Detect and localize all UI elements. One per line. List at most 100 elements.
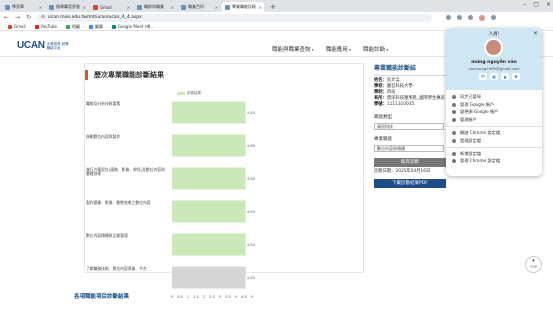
close-icon[interactable]: ×: [83, 5, 86, 10]
x-tick-label: 2: [203, 295, 205, 299]
popup-menu-item[interactable]: 管理帳戶: [446, 116, 542, 124]
group-label: 職能類型: [374, 115, 392, 120]
close-icon[interactable]: ×: [259, 5, 262, 10]
menu-icon[interactable]: [491, 15, 497, 20]
close-icon[interactable]: ×: [215, 5, 218, 10]
bar-value-label: 4.60: [247, 176, 256, 181]
calendar-icon[interactable]: ▦: [490, 73, 498, 80]
reload-icon[interactable]: ↻: [26, 14, 31, 21]
bookmark-item[interactable]: Gmail: [8, 24, 26, 29]
address-bar[interactable]: ⊙ ucan.moe.edu.tw/mt/ucan/ucan_4_4.aspx: [37, 13, 433, 22]
bookmark-item[interactable]: YouTube: [34, 24, 57, 29]
chart-bar: [172, 134, 246, 157]
ucan-logo[interactable]: UCAN 大專校院 就業職能平台: [17, 40, 71, 51]
popup-menu-item[interactable]: 管理 Google 帳戶: [446, 101, 542, 109]
bar-chart: 4.60 4.60 4.60 4.60 4.60 4.60 0 0.5 1 1.5 2 2.5 3 3.5…: [171, 101, 256, 299]
maximize-icon[interactable]: ▢: [533, 1, 539, 8]
popup-menu-item[interactable]: 變更開 Google 帳戶: [446, 109, 542, 117]
chart-bar: [172, 233, 246, 256]
bookmark-item[interactable]: 翻譯: [88, 24, 103, 30]
profile-email: vanmung1995@gmail.com: [468, 66, 520, 71]
divider: [446, 126, 542, 128]
close-icon[interactable]: ×: [39, 5, 42, 10]
new-tab-button[interactable]: +: [266, 2, 280, 12]
nav-item[interactable]: 職能應用: [326, 45, 351, 53]
profile-popup: × 人員! mừng nguyễn văn vanmung1995@gmail.…: [446, 28, 542, 176]
chart-bar: [172, 101, 246, 124]
site-info-icon[interactable]: ⊙: [41, 15, 45, 20]
minimize-icon[interactable]: –: [523, 1, 526, 8]
toolbar-icons: [446, 14, 497, 21]
browser-toolbar: ← → ↻ ⊙ ucan.moe.edu.tw/mt/ucan/ucan_4_4…: [0, 12, 553, 23]
scroll-top-button[interactable]: ▲ TOP: [525, 256, 542, 273]
tab-favicon-icon: [181, 4, 186, 10]
popup-greeting: 人員!: [488, 32, 500, 37]
browser-tab[interactable]: Gmail ×: [90, 2, 132, 12]
chart-bar: [172, 266, 246, 289]
diagnosis-date: 診斷日期：2025年04月16日: [374, 169, 431, 174]
chart-category-label: 職能及分析技術要素: [86, 100, 121, 106]
chart-category-label: 製作圖像、影像、動態效果之數位內容: [86, 199, 151, 205]
page-title: 歷次專業職能診斷結果: [85, 70, 164, 80]
translate-icon: [88, 24, 93, 29]
history-button[interactable]: 既有診斷: [374, 158, 446, 167]
summary-row: 學號：1111310035: [374, 102, 415, 107]
browser-tab-active[interactable]: 專業職能診斷 ×: [222, 2, 264, 12]
group-select[interactable]: 資訊科技: [374, 123, 444, 130]
main-nav: 職能與職業查詢 職能應用 職能診斷: [272, 45, 388, 53]
browser-tab[interactable]: 學習單 ×: [2, 2, 44, 12]
tab-favicon-icon: [137, 4, 142, 10]
popup-menu-item[interactable]: 開啟 Chrome 設定檔: [446, 129, 542, 137]
profile-icon: [452, 131, 456, 136]
popup-menu-item[interactable]: 新增設定檔: [446, 150, 542, 158]
x-tick-label: 1.5: [193, 295, 199, 299]
meet-icon: [111, 24, 116, 29]
popup-menu-item[interactable]: 管理設定檔: [446, 137, 542, 145]
job-label: 專業職能: [374, 137, 392, 142]
gmail-icon: [8, 24, 12, 29]
drive-icon[interactable]: ▲: [501, 73, 509, 80]
download-icon[interactable]: [468, 15, 474, 20]
star-icon[interactable]: [446, 15, 452, 20]
nav-item[interactable]: 職能診斷: [363, 45, 388, 53]
window-controls: – ▢ ×: [523, 1, 551, 8]
photos-icon[interactable]: ✱: [512, 73, 520, 80]
extensions-icon[interactable]: [457, 15, 463, 20]
popup-menu: 同步已暫停 管理 Google 帳戶 變更開 Google 帳戶 管理帳戶 開啟…: [446, 90, 542, 168]
job-select[interactable]: 數位內容與傳播: [374, 145, 444, 152]
x-tick-label: 4: [235, 295, 238, 299]
bar-value-label: 4.60: [247, 275, 256, 280]
browser-tab[interactable]: 搜尋職涯評量 ×: [46, 2, 88, 12]
sync-icon: [452, 94, 456, 99]
tab-favicon-icon: [225, 4, 230, 10]
gear-icon: [452, 159, 456, 164]
close-icon[interactable]: ×: [127, 5, 130, 10]
chart-category-label: 規劃數位內容與製作: [86, 133, 121, 139]
bar-value-label: 4.60: [247, 242, 256, 247]
close-icon[interactable]: ×: [171, 5, 174, 10]
gmail-icon[interactable]: M: [479, 73, 487, 80]
profile-avatar[interactable]: [479, 14, 486, 21]
nav-item[interactable]: 職能與職業查詢: [272, 45, 314, 53]
popup-header: × 人員! mừng nguyễn văn vanmung1995@gmail.…: [446, 28, 542, 90]
chart-category-label: 了解職務技術、數位內容專業、平台: [86, 265, 147, 271]
back-icon[interactable]: ←: [4, 14, 9, 21]
swap-account-icon: [452, 110, 456, 115]
bookmark-item[interactable]: Google Meet (視...: [111, 24, 154, 30]
divider: [374, 75, 454, 76]
close-window-icon[interactable]: ×: [546, 1, 551, 8]
browser-tab[interactable]: 職業百科 ×: [178, 2, 220, 12]
chart-category-label: 數位內容傳播與品質管理: [86, 232, 128, 238]
google-icon: [452, 102, 456, 107]
download-pdf-button[interactable]: 下載診斷結果PDF: [374, 179, 446, 188]
popup-menu-item[interactable]: 同步已暫停: [446, 93, 542, 101]
profile-name: mừng nguyễn văn: [471, 60, 517, 65]
summary-title: 專業職能診斷結: [374, 65, 417, 72]
popup-menu-item[interactable]: 管理 Chrome 設定檔: [446, 158, 542, 166]
browser-tab[interactable]: 職群與職業 ×: [134, 2, 176, 12]
bookmark-item[interactable]: 地圖: [65, 24, 80, 30]
forward-icon[interactable]: →: [15, 14, 20, 21]
bar-value-label: 4.60: [247, 143, 256, 148]
url-text: ucan.moe.edu.tw/mt/ucan/ucan_4_4.aspx: [47, 15, 142, 20]
tab-favicon-icon: [5, 4, 10, 10]
